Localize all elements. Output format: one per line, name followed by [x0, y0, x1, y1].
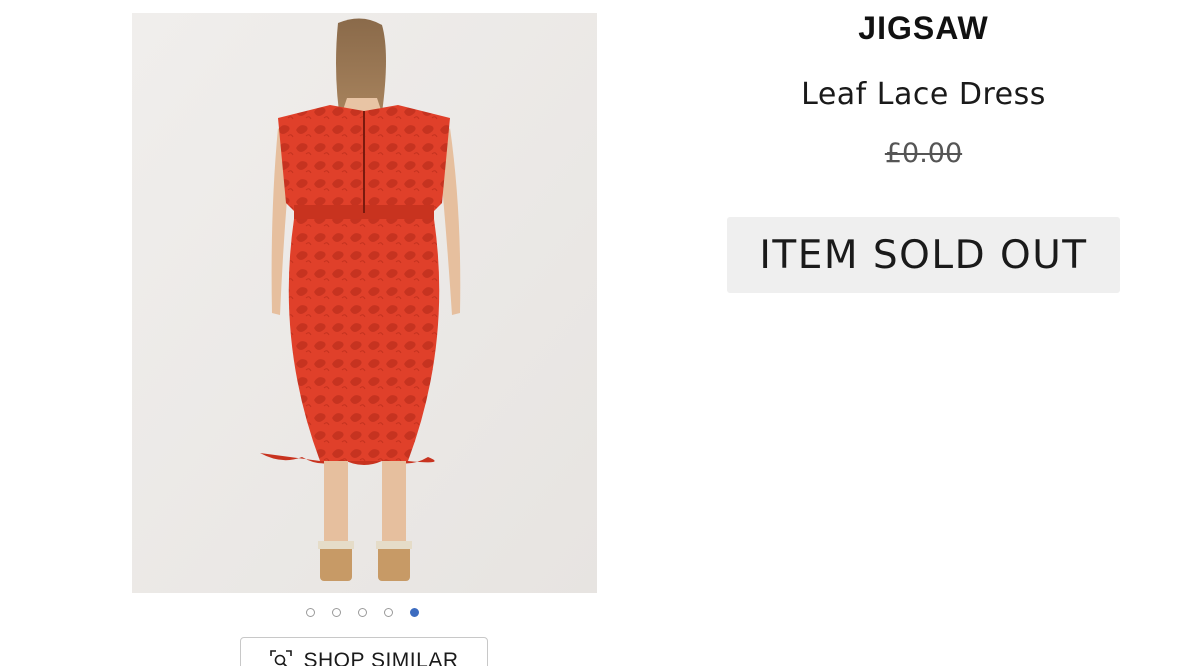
product-title: Leaf Lace Dress — [801, 77, 1046, 112]
product-image[interactable] — [132, 13, 597, 593]
carousel-dot[interactable] — [306, 608, 315, 617]
brand-name[interactable]: JIGSAW — [727, 10, 1120, 47]
dress-photo — [132, 13, 597, 593]
product-page: SHOP SIMILAR JIGSAW Leaf Lace Dress £0.0… — [0, 0, 1200, 666]
product-price: £0.00 — [884, 138, 963, 169]
shop-similar-button[interactable]: SHOP SIMILAR — [240, 637, 488, 666]
carousel-dot[interactable] — [410, 608, 419, 617]
visual-search-icon — [269, 650, 292, 666]
carousel-dot[interactable] — [332, 608, 341, 617]
carousel-dot[interactable] — [358, 608, 367, 617]
shop-similar-label: SHOP SIMILAR — [303, 649, 459, 666]
image-carousel-dots — [0, 608, 730, 622]
sold-out-button[interactable]: ITEM SOLD OUT — [727, 217, 1120, 293]
carousel-dot[interactable] — [384, 608, 393, 617]
